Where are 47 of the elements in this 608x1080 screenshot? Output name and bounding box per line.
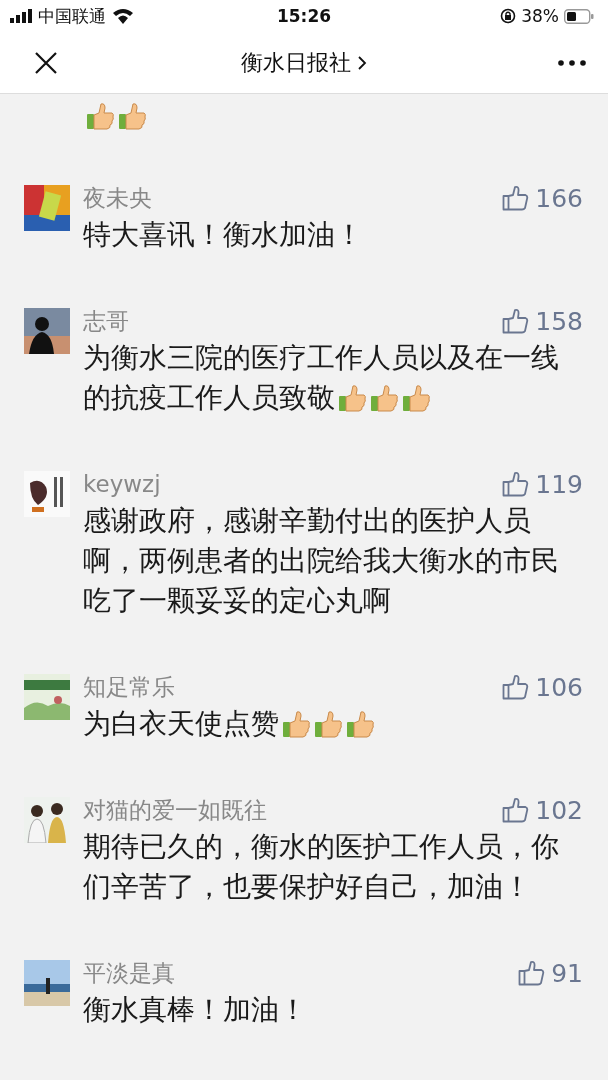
carrier-name: 中国联通 bbox=[38, 4, 106, 28]
comment-text: 为白衣天使点赞 bbox=[83, 706, 279, 742]
chevron-right-icon[interactable] bbox=[357, 54, 367, 71]
like-count: 91 bbox=[551, 958, 583, 988]
thumbs-up-icon bbox=[401, 383, 431, 413]
thumbs-up-icon bbox=[345, 709, 375, 739]
user-name: keywzj bbox=[83, 471, 161, 497]
like-icon[interactable] bbox=[502, 674, 530, 700]
user-name: 对猫的爱一如既往 bbox=[83, 795, 267, 825]
comment-text: 特大喜讯！衡水加油！ bbox=[83, 217, 363, 253]
more-icon[interactable] bbox=[558, 59, 586, 66]
comment-text: 为衡水三院的医疗工作人员以及在一线 bbox=[83, 340, 559, 376]
comment-text: 期待已久的，衡水的医护工作人员，你 bbox=[83, 829, 559, 865]
thumbs-up-icon bbox=[281, 709, 311, 739]
battery-icon bbox=[564, 8, 594, 24]
page-title[interactable]: 衡水日报社 bbox=[241, 47, 351, 78]
like-count: 158 bbox=[535, 306, 583, 336]
comment-text: 衡水真棒！加油！ bbox=[83, 992, 307, 1028]
like-count: 102 bbox=[535, 795, 583, 825]
user-name: 志哥 bbox=[83, 306, 129, 336]
comment-text: 吃了一颗妥妥的定心丸啊 bbox=[83, 583, 391, 619]
like-count: 119 bbox=[535, 469, 583, 499]
user-name: 知足常乐 bbox=[83, 672, 175, 702]
thumbs-up-icon bbox=[117, 101, 147, 131]
like-icon[interactable] bbox=[502, 185, 530, 211]
clock-time: 15:26 bbox=[276, 6, 332, 26]
comment-text: 的抗疫工作人员致敬 bbox=[83, 380, 335, 416]
thumbs-up-icon bbox=[85, 101, 115, 131]
wifi-icon bbox=[112, 8, 134, 24]
rotation-lock-icon bbox=[500, 8, 517, 24]
close-icon[interactable] bbox=[34, 50, 58, 75]
like-icon[interactable] bbox=[502, 471, 530, 497]
thumbs-up-icon bbox=[313, 709, 343, 739]
like-icon[interactable] bbox=[518, 960, 546, 986]
comment-text: 啊，两例患者的出院给我大衡水的市民 bbox=[83, 543, 559, 579]
like-count: 166 bbox=[535, 183, 583, 213]
thumbs-up-icon bbox=[337, 383, 367, 413]
like-count: 106 bbox=[535, 672, 583, 702]
like-icon[interactable] bbox=[502, 308, 530, 334]
battery-percent: 38% bbox=[521, 6, 559, 26]
user-name: 夜未央 bbox=[83, 183, 152, 213]
comment-text: 们辛苦了，也要保护好自己，加油！ bbox=[83, 869, 531, 905]
user-name: 平淡是真 bbox=[83, 958, 175, 988]
like-icon[interactable] bbox=[502, 797, 530, 823]
signal-icon bbox=[10, 9, 32, 23]
thumbs-up-icon bbox=[369, 383, 399, 413]
comment-text: 感谢政府，感谢辛勤付出的医护人员 bbox=[83, 503, 531, 539]
